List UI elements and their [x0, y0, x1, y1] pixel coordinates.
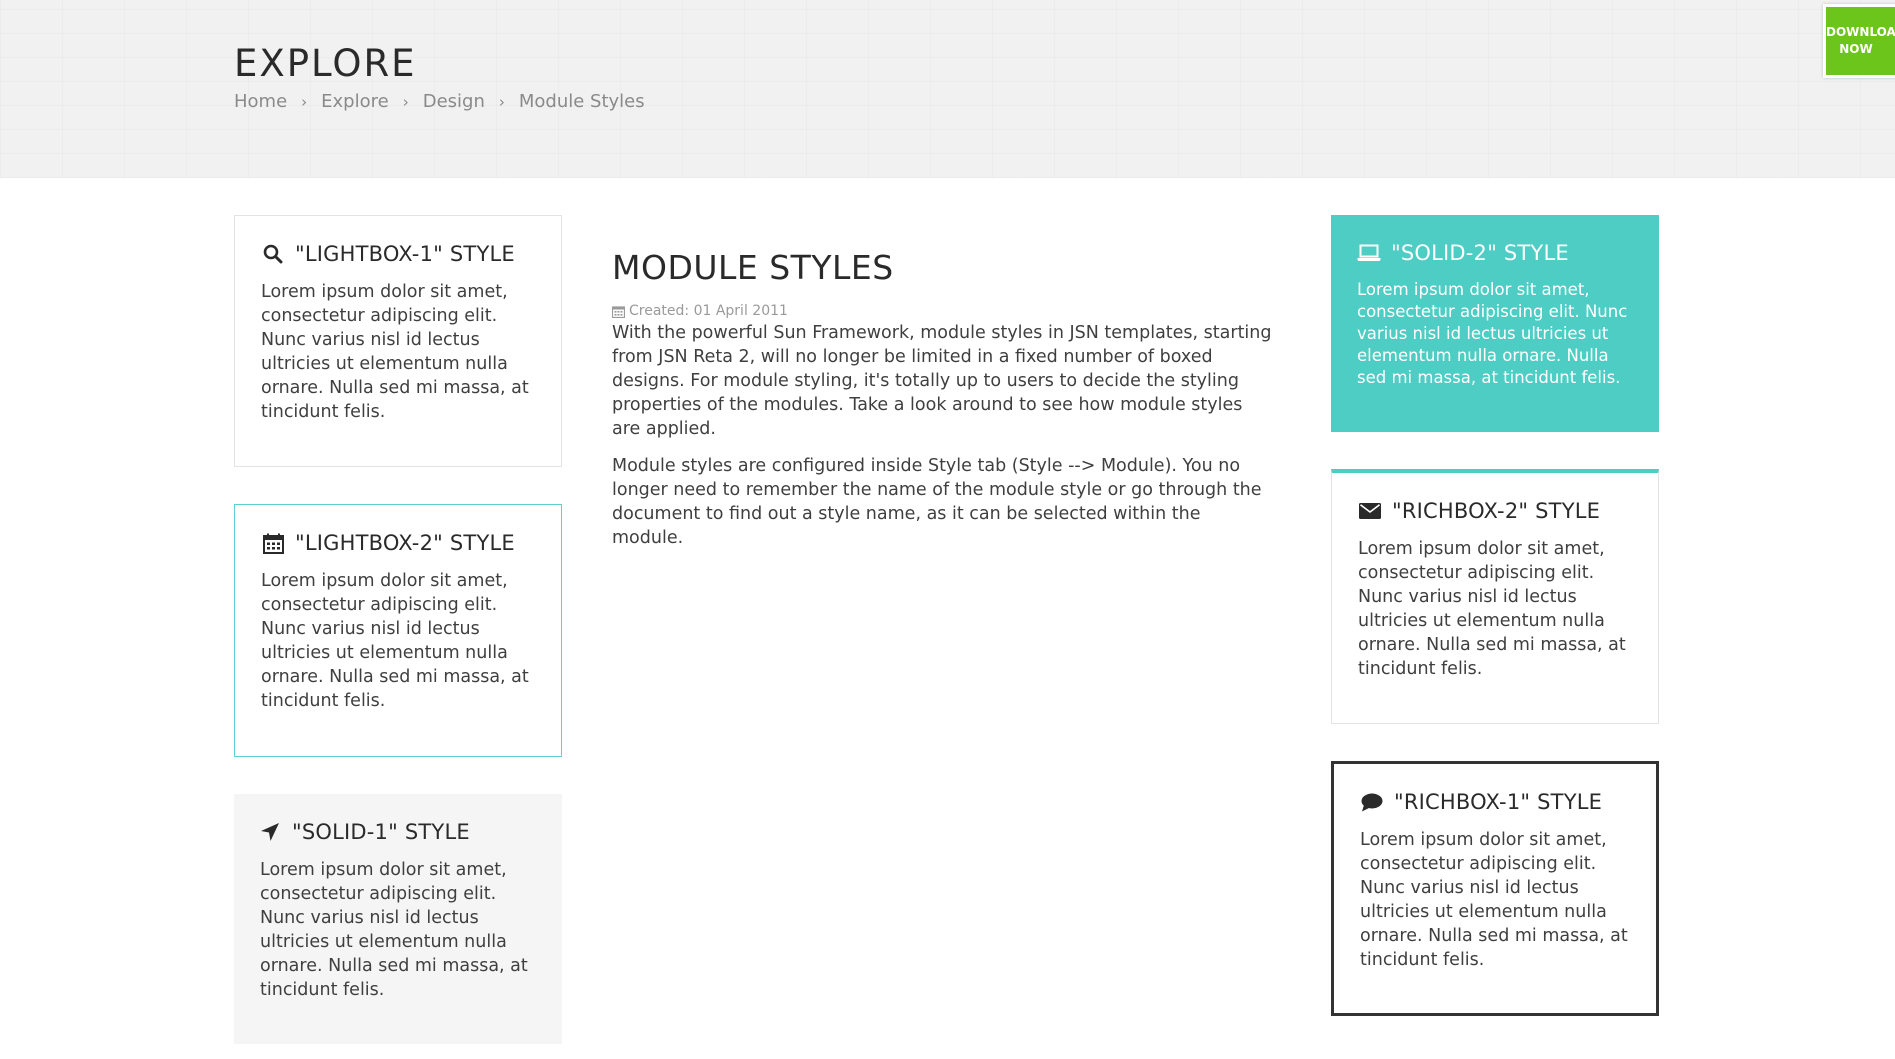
page-header-banner: EXPLORE Home › Explore › Design › Module… [0, 0, 1895, 178]
page-title: EXPLORE [234, 42, 417, 85]
module-title-text: "SOLID-1" STYLE [292, 820, 470, 844]
module-solid-1: "SOLID-1" STYLE Lorem ipsum dolor sit am… [234, 794, 562, 1044]
module-title: "SOLID-2" STYLE [1357, 241, 1633, 265]
module-body: Lorem ipsum dolor sit amet, consectetur … [1358, 539, 1626, 679]
article-paragraph: With the powerful Sun Framework, module … [612, 323, 1272, 439]
main-article: MODULE STYLES Created: 01 April 2011 Wit… [612, 248, 1272, 550]
breadcrumb-explore[interactable]: Explore [321, 91, 389, 112]
calendar-icon [612, 305, 625, 318]
module-body: Lorem ipsum dolor sit amet, consectetur … [260, 860, 528, 1000]
module-richbox-2: "RICHBOX-2" STYLE Lorem ipsum dolor sit … [1331, 469, 1659, 724]
module-title-text: "RICHBOX-2" STYLE [1392, 499, 1601, 523]
breadcrumb: Home › Explore › Design › Module Styles [234, 91, 645, 112]
module-title-text: "LIGHTBOX-1" STYLE [295, 242, 515, 266]
article-paragraph: Module styles are configured inside Styl… [612, 456, 1262, 548]
comment-icon [1360, 790, 1384, 814]
module-title-text: "LIGHTBOX-2" STYLE [295, 531, 515, 555]
module-richbox-1: "RICHBOX-1" STYLE Lorem ipsum dolor sit … [1331, 761, 1659, 1016]
calendar-icon [261, 531, 285, 555]
location-arrow-icon [258, 820, 282, 844]
search-icon [261, 242, 285, 266]
module-title: "SOLID-1" STYLE [258, 820, 536, 844]
chevron-right-icon: › [301, 92, 308, 111]
module-lightbox-2: "LIGHTBOX-2" STYLE Lorem ipsum dolor sit… [234, 504, 562, 757]
module-body: Lorem ipsum dolor sit amet, consectetur … [261, 282, 529, 422]
created-date: Created: 01 April 2011 [612, 303, 1272, 319]
module-title-text: "SOLID-2" STYLE [1391, 241, 1569, 265]
module-body: Lorem ipsum dolor sit amet, consectetur … [1360, 830, 1628, 970]
breadcrumb-design[interactable]: Design [423, 91, 485, 112]
module-body: Lorem ipsum dolor sit amet, consectetur … [261, 571, 529, 711]
download-now-button[interactable]: DOWNLOA NOW [1823, 4, 1895, 78]
chevron-right-icon: › [498, 92, 505, 111]
laptop-icon [1357, 241, 1381, 265]
download-button-label-line2: NOW [1839, 42, 1873, 56]
download-button-label-line1: DOWNLOA [1826, 25, 1895, 39]
breadcrumb-home[interactable]: Home [234, 91, 287, 112]
module-lightbox-1: "LIGHTBOX-1" STYLE Lorem ipsum dolor sit… [234, 215, 562, 467]
chevron-right-icon: › [402, 92, 409, 111]
module-title: "RICHBOX-2" STYLE [1358, 499, 1632, 523]
created-date-text: Created: 01 April 2011 [629, 303, 788, 319]
module-title: "RICHBOX-1" STYLE [1360, 790, 1630, 814]
module-title-text: "RICHBOX-1" STYLE [1394, 790, 1603, 814]
module-title: "LIGHTBOX-2" STYLE [261, 531, 535, 555]
breadcrumb-current: Module Styles [518, 91, 645, 112]
article-title: MODULE STYLES [612, 248, 894, 287]
envelope-icon [1358, 499, 1382, 523]
module-body: Lorem ipsum dolor sit amet, consectetur … [1357, 280, 1628, 387]
module-solid-2: "SOLID-2" STYLE Lorem ipsum dolor sit am… [1331, 215, 1659, 432]
module-title: "LIGHTBOX-1" STYLE [261, 242, 535, 266]
